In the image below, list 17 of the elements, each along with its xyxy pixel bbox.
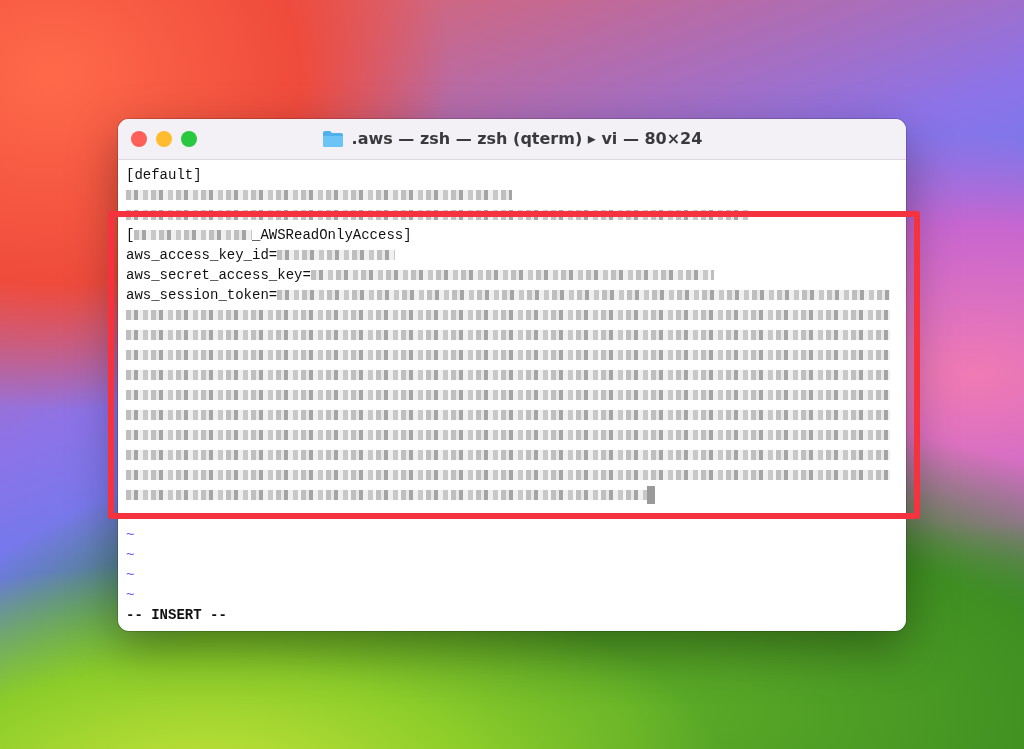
code-text: _AWSReadOnlyAccess]	[252, 225, 412, 245]
code-text: aws_access_key_id=	[126, 245, 278, 265]
minimize-button[interactable]	[156, 130, 172, 147]
close-button[interactable]	[131, 130, 147, 147]
empty-line-marker: ~	[126, 565, 135, 585]
empty-line-marker: ~	[126, 545, 135, 565]
code-text: aws_session_token=	[126, 285, 278, 305]
code-text: aws_secret_access_key=	[126, 265, 311, 285]
code-text: [default]	[126, 165, 202, 185]
zoom-button[interactable]	[181, 130, 197, 147]
mode-indicator: -- INSERT --	[126, 605, 228, 625]
folder-icon	[321, 129, 344, 148]
empty-line-marker: ~	[126, 525, 135, 545]
empty-line-marker: ~	[126, 585, 135, 605]
code-text: [	[126, 225, 135, 245]
window-title: .aws — zsh — zsh (qterm) ▸ vi — 80×24	[351, 129, 703, 148]
text-cursor	[646, 485, 655, 504]
